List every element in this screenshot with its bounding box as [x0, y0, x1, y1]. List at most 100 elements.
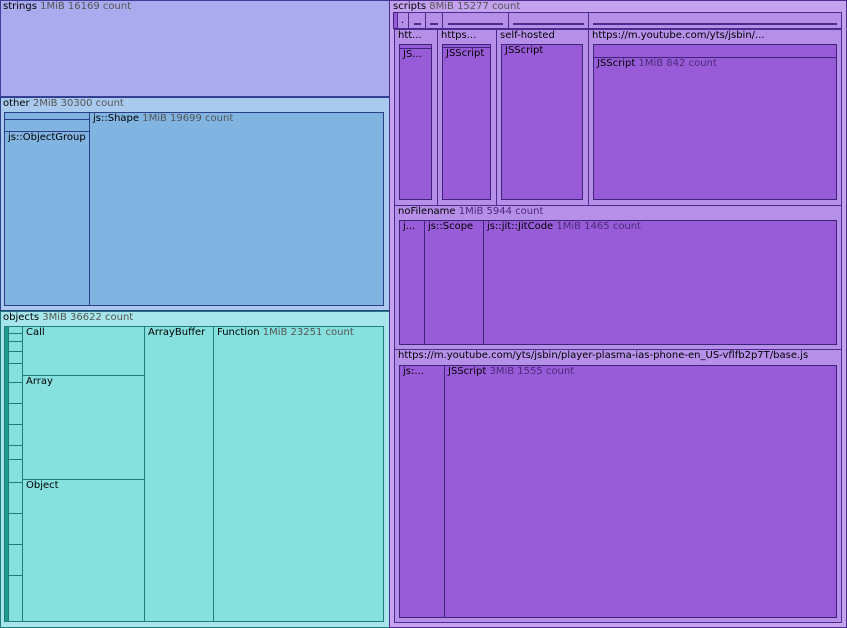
treemap-node-script-https-short-child[interactable]: JSScript [442, 47, 491, 200]
treemap-node-objects-tiny-5[interactable] [8, 363, 23, 383]
node-name: js::jit::JitCode [487, 221, 554, 232]
treemap-node-objects-tiny-14[interactable] [8, 575, 23, 622]
node-label: js::Shape 1MiB 19699 count [93, 113, 233, 124]
treemap-node-base-js-jsscript[interactable]: JSScript 3MiB 1555 count [444, 365, 837, 618]
node-bar [414, 23, 421, 25]
node-meta: 1MiB 16169 count [40, 1, 132, 12]
node-name: Call [26, 327, 45, 338]
treemap-node-scripts-tiny-2[interactable] [408, 12, 426, 29]
node-name: ArrayBuffer [148, 327, 206, 338]
node-label: js::jit::JitCode 1MiB 1465 count [487, 221, 641, 232]
node-label: https://m.youtube.com/yts/jsbin/player-p… [398, 350, 808, 361]
node-meta: 1MiB 19699 count [142, 113, 234, 124]
node-name: scripts [393, 1, 427, 12]
node-name: js::Scope [428, 221, 474, 232]
treemap-node-object[interactable]: Object [22, 479, 145, 622]
node-bar [430, 23, 438, 25]
node-label: js::Scope [428, 221, 473, 232]
node-name: https... [441, 30, 477, 41]
node-name: JSScript [505, 45, 544, 56]
node-name: js::Shape [93, 113, 140, 124]
node-name: Function [217, 327, 260, 338]
node-label: Object [26, 480, 59, 491]
treemap-node-scripts-tiny-4[interactable] [442, 12, 509, 29]
node-label: https://m.youtube.com/yts/jsbin/... [592, 30, 765, 41]
node-name: JSScript [448, 366, 487, 377]
node-meta: 1MiB 5944 count [458, 206, 544, 217]
node-label: JSScript 3MiB 1555 count [448, 366, 574, 377]
node-name: objects [3, 312, 40, 323]
treemap-node-no-filename-scope[interactable]: js::Scope [424, 220, 484, 345]
treemap-node-array-buffer[interactable]: ArrayBuffer [144, 326, 214, 622]
node-label: JS... [403, 49, 422, 60]
treemap-node-objects-tiny-12[interactable] [8, 513, 23, 545]
node-name: noFilename [398, 206, 456, 217]
node-bar [593, 23, 837, 25]
treemap-node-function[interactable]: Function 1MiB 23251 count [213, 326, 384, 622]
treemap-node-strings[interactable]: strings 1MiB 16169 count [0, 0, 390, 97]
node-label: js:... [403, 366, 424, 377]
node-label: ArrayBuffer [148, 327, 205, 338]
treemap-node-call[interactable]: Call [22, 326, 145, 376]
treemap-node-scripts-tiny-3[interactable] [425, 12, 443, 29]
node-bar [448, 23, 503, 25]
treemap-node-array[interactable]: Array [22, 375, 145, 480]
node-meta: 8MiB 15277 count [429, 1, 521, 12]
node-label: . [401, 15, 405, 26]
node-label: htt... [398, 30, 422, 41]
treemap-node-script-htt-child[interactable]: JS... [399, 48, 432, 200]
node-name: js:... [403, 366, 424, 377]
treemap-node-scripts-tiny-5[interactable] [508, 12, 589, 29]
treemap-node-objects-tiny-10[interactable] [8, 459, 23, 483]
node-name: JSScript [446, 48, 485, 59]
node-name: other [3, 98, 30, 109]
node-meta: 3MiB 36622 count [42, 312, 134, 323]
node-meta: 1MiB 1465 count [556, 221, 642, 232]
node-name: JS... [403, 49, 422, 60]
treemap-node-script-yt-jsbin-thin[interactable] [593, 44, 837, 58]
node-label: objects 3MiB 36622 count [3, 312, 133, 323]
treemap-node-objects-tiny-8[interactable] [8, 424, 23, 446]
treemap-node-object-group[interactable]: js::ObjectGroup [4, 131, 90, 306]
node-name: JSScript [597, 58, 636, 69]
treemap-node-no-filename-jitcode[interactable]: js::jit::JitCode 1MiB 1465 count [483, 220, 837, 345]
node-meta: 2MiB 30300 count [32, 98, 124, 109]
node-label: JSScript [505, 45, 543, 56]
node-label: Array [26, 376, 53, 387]
node-label: Function 1MiB 23251 count [217, 327, 354, 338]
treemap-node-objects-tiny-7[interactable] [8, 403, 23, 425]
treemap-node-base-js-js[interactable]: js:... [399, 365, 445, 618]
node-label: js::ObjectGroup [8, 132, 86, 143]
node-label: https... [441, 30, 476, 41]
node-name: https://m.youtube.com/yts/jsbin/player-p… [398, 350, 809, 361]
node-meta: 1MiB 842 count [638, 58, 717, 69]
treemap-node-objects-tiny-6[interactable] [8, 382, 23, 404]
node-meta: 3MiB 1555 count [489, 366, 575, 377]
treemap-node-shape[interactable]: js::Shape 1MiB 19699 count [89, 112, 384, 306]
node-meta: 1MiB 23251 count [262, 327, 354, 338]
node-label: noFilename 1MiB 5944 count [398, 206, 543, 217]
node-name: htt... [398, 30, 422, 41]
treemap-node-objects-tiny-13[interactable] [8, 544, 23, 576]
node-name: Array [26, 376, 53, 387]
node-name: strings [3, 1, 37, 12]
node-label: scripts 8MiB 15277 count [393, 1, 520, 12]
node-name: j... [403, 221, 416, 232]
node-label: Call [26, 327, 45, 338]
treemap-node-script-yt-jsbin-child[interactable]: JSScript 1MiB 842 count [593, 57, 837, 200]
treemap-node-script-self-hosted-child[interactable]: JSScript [501, 44, 583, 200]
node-name: self-hosted [500, 30, 555, 41]
node-label: j... [403, 221, 415, 232]
treemap-node-no-filename-j[interactable]: j... [399, 220, 425, 345]
node-label: JSScript 1MiB 842 count [597, 58, 717, 69]
node-name: js::ObjectGroup [8, 132, 86, 143]
node-label: JSScript [446, 48, 484, 59]
treemap-node-scripts-tiny-6[interactable] [588, 12, 842, 29]
node-label: strings 1MiB 16169 count [3, 1, 131, 12]
node-name: https://m.youtube.com/yts/jsbin/... [592, 30, 765, 41]
treemap-node-objects-tiny-9[interactable] [8, 445, 23, 460]
node-label: other 2MiB 30300 count [3, 98, 124, 109]
node-name: Object [26, 480, 59, 491]
treemap-node-objects-tiny-11[interactable] [8, 482, 23, 514]
node-bar [513, 23, 584, 25]
